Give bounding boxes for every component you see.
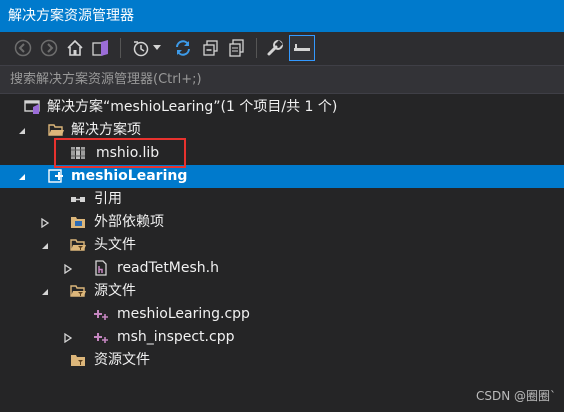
references-label: 引用 [94,191,122,207]
toolbar [0,32,564,66]
show-all-files-icon[interactable] [226,37,248,59]
filter-folder-open-icon [70,283,86,299]
cpp-file-icon [93,329,109,345]
window-title: 解决方案资源管理器 [0,0,564,32]
search-input[interactable]: 搜索解决方案资源管理器(Ctrl+;) [0,66,564,94]
resource-files-label: 资源文件 [94,352,150,368]
folder-open-icon [48,122,64,138]
filter-folder-open-icon [70,237,86,253]
watermark: CSDN @圈圈` [475,389,556,403]
expanded-arrow-icon[interactable] [16,119,28,142]
source-files-label: 源文件 [94,283,136,299]
references-icon [70,191,86,207]
collapsed-arrow-icon[interactable] [62,326,74,349]
cpp-file-icon [93,306,109,322]
properties-wrench-icon[interactable] [264,37,286,59]
tree-row-project[interactable]: meshioLearing [0,165,564,188]
tree-row-source-files[interactable]: 源文件 [0,280,564,303]
header-file-icon [93,260,109,276]
collapsed-arrow-icon[interactable] [39,211,51,234]
project-label: meshioLearing [71,168,188,184]
back-icon[interactable] [12,37,34,59]
tree-row-resource-files[interactable]: 资源文件 [0,349,564,372]
header-file-label: readTetMesh.h [117,260,219,276]
external-deps-label: 外部依赖项 [94,214,164,230]
preview-icon[interactable] [289,35,315,61]
tree-row-source-file[interactable]: meshioLearing.cpp [0,303,564,326]
expanded-arrow-icon[interactable] [16,165,28,188]
collapsed-arrow-icon[interactable] [62,257,74,280]
forward-icon[interactable] [38,37,60,59]
solution-icon [24,99,40,115]
tree-row-references[interactable]: 引用 [0,188,564,211]
filter-folder-icon [70,352,86,368]
tree-row-header-files[interactable]: 头文件 [0,234,564,257]
source-file-label: meshioLearing.cpp [117,306,250,322]
tree-row-header-file[interactable]: readTetMesh.h [0,257,564,280]
source-file-label: msh_inspect.cpp [117,329,235,345]
solution-label: 解决方案“meshioLearing”(1 个项目/共 1 个) [47,99,338,115]
tree-row-solution[interactable]: 解决方案“meshioLearing”(1 个项目/共 1 个) [0,96,564,119]
pending-changes-filter-icon[interactable] [130,37,152,59]
header-files-label: 头文件 [94,237,136,253]
cpp-project-icon [48,168,64,184]
home-icon[interactable] [64,37,86,59]
sync-icon[interactable] [172,37,194,59]
tree-row-external-deps[interactable]: 外部依赖项 [0,211,564,234]
highlight-annotation-box [54,138,186,168]
vs-switch-views-icon[interactable] [90,37,112,59]
collapse-all-icon[interactable] [200,37,222,59]
tree-row-source-file[interactable]: msh_inspect.cpp [0,326,564,349]
external-deps-folder-icon [70,214,86,230]
expanded-arrow-icon[interactable] [39,234,51,257]
dropdown-arrow-icon[interactable] [150,37,164,59]
expanded-arrow-icon[interactable] [39,280,51,303]
